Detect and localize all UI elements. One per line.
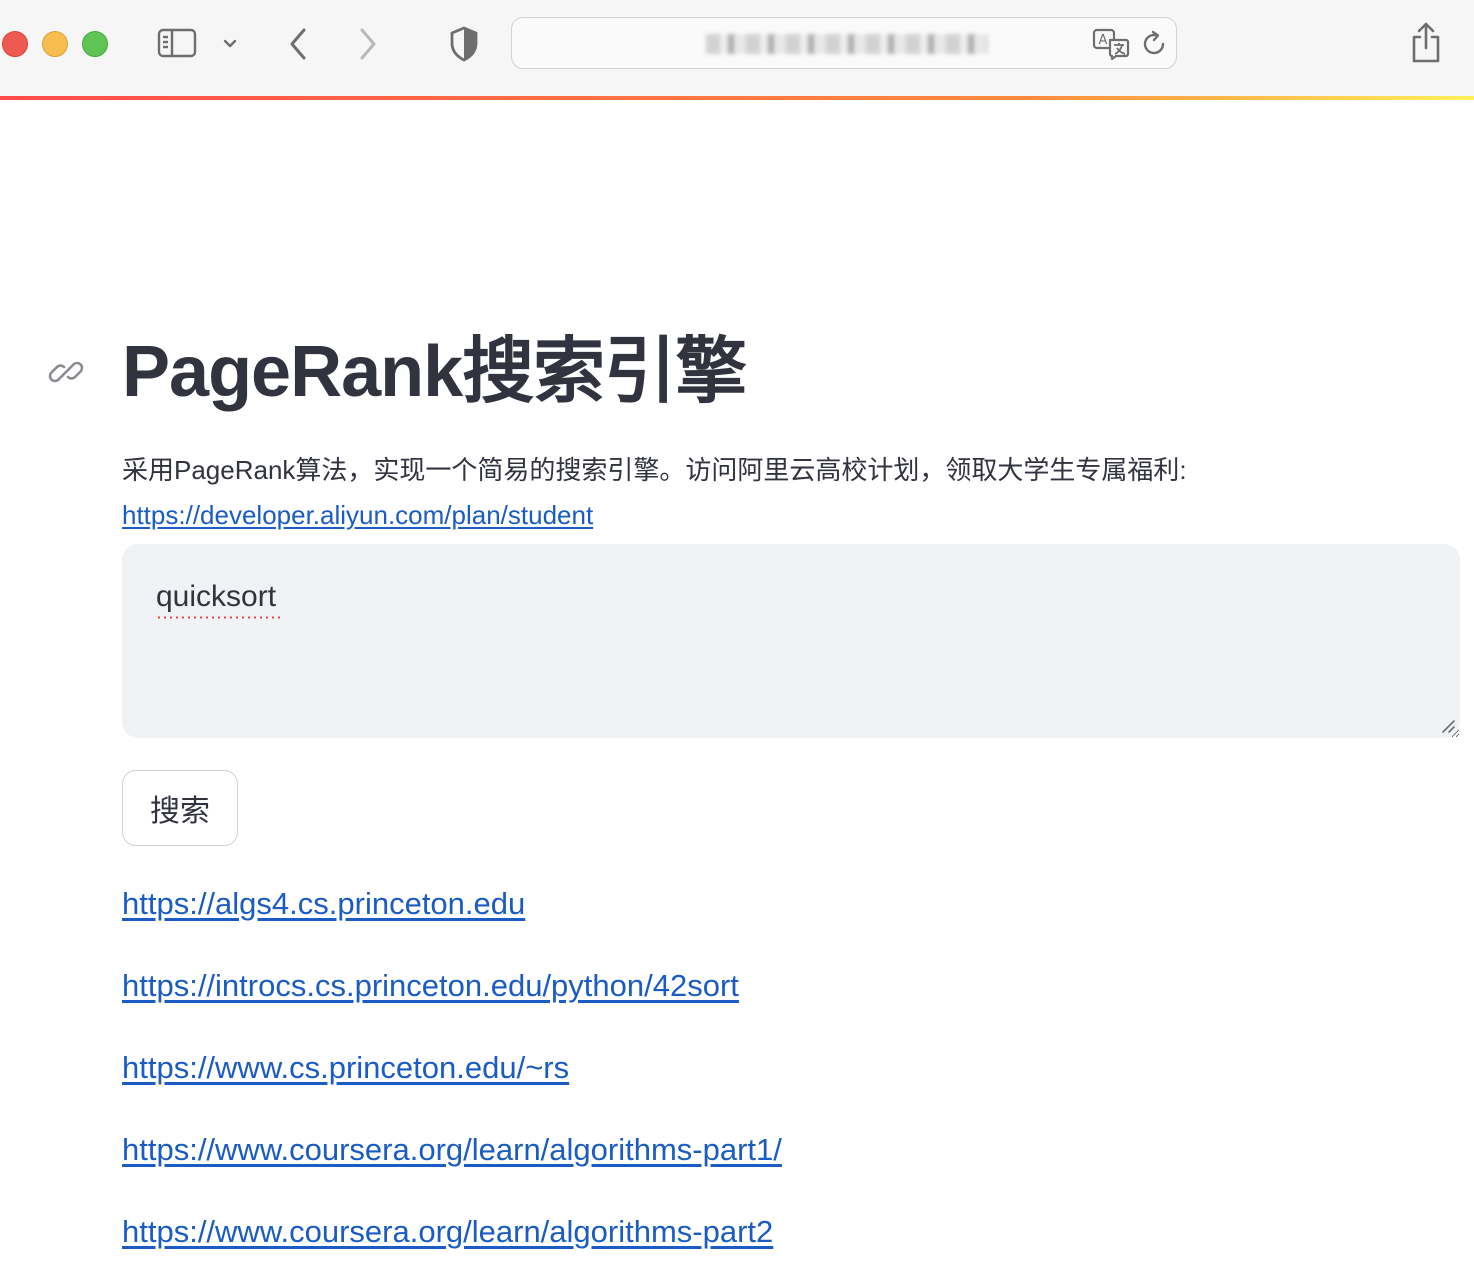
share-icon[interactable] (1406, 20, 1446, 66)
shield-icon[interactable] (446, 24, 482, 64)
svg-text:A: A (1099, 33, 1108, 48)
result-link[interactable]: https://www.coursera.org/learn/algorithm… (122, 1130, 782, 1170)
page-title: PageRank搜索引擎 (122, 332, 747, 412)
aliyun-student-link[interactable]: https://developer.aliyun.com/plan/studen… (122, 497, 593, 533)
translate-icon[interactable]: A (1092, 28, 1130, 61)
window-minimize-button[interactable] (42, 31, 68, 57)
address-bar[interactable]: A (511, 17, 1177, 69)
result-link[interactable]: https://introcs.cs.princeton.edu/python/… (122, 966, 739, 1006)
result-link[interactable]: https://algs4.cs.princeton.edu (122, 884, 525, 924)
link-icon[interactable] (46, 352, 86, 392)
window-close-button[interactable] (2, 31, 28, 57)
spellcheck-underline (156, 616, 280, 619)
chevron-right-icon[interactable] (352, 24, 384, 64)
chevron-left-icon[interactable] (282, 24, 314, 64)
browser-toolbar: A (0, 0, 1474, 96)
reload-icon[interactable] (1140, 30, 1168, 58)
address-url-redacted (706, 34, 988, 54)
sidebar-icon[interactable] (156, 26, 198, 60)
search-query-input[interactable]: quicksort (122, 544, 1460, 738)
result-link[interactable]: https://www.cs.princeton.edu/~rs (122, 1048, 569, 1088)
search-button[interactable]: 搜索 (122, 770, 238, 846)
resize-handle-icon[interactable] (1440, 718, 1456, 734)
chevron-down-icon[interactable] (218, 32, 242, 56)
result-link[interactable]: https://www.coursera.org/learn/algorithm… (122, 1212, 773, 1252)
intro-text: 采用PageRank算法，实现一个简易的搜索引擎。访问阿里云高校计划，领取大学生… (122, 455, 1187, 485)
window-maximize-button[interactable] (82, 31, 108, 57)
